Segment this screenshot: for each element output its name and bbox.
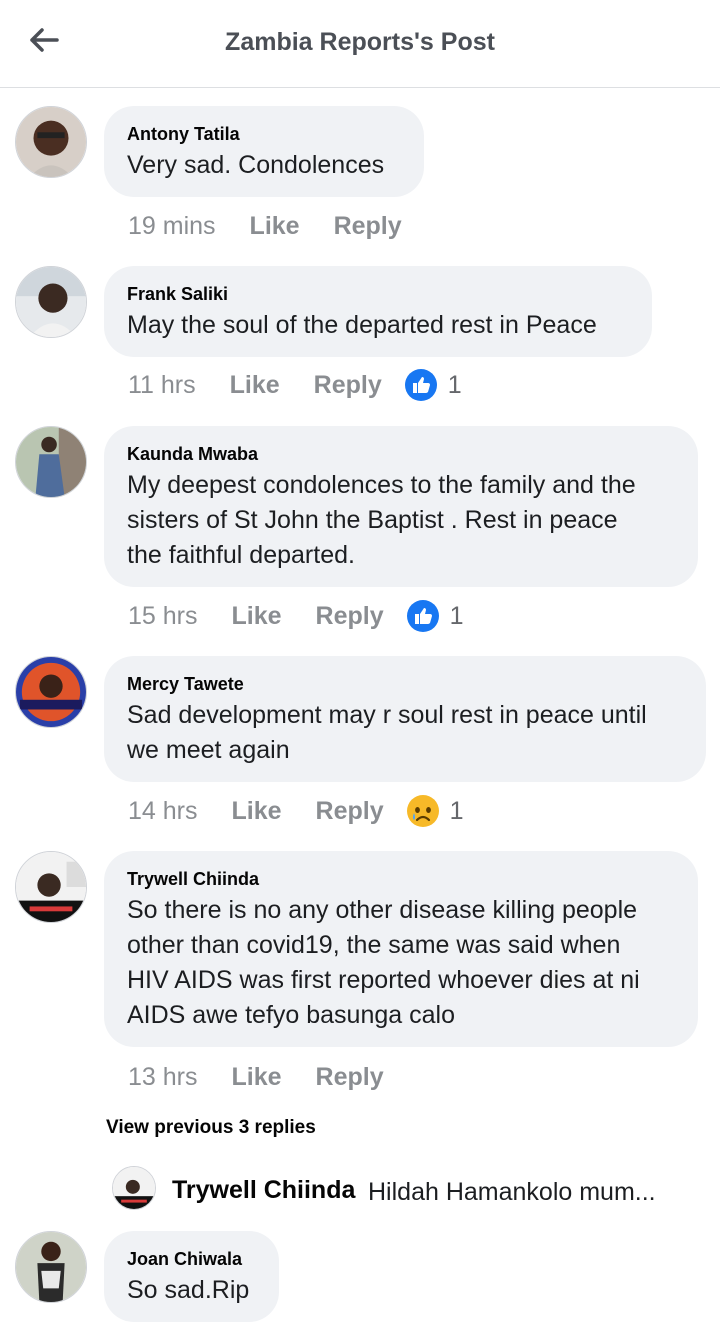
- comment-actions: 14 hrs Like Reply 1: [128, 791, 464, 831]
- reaction-summary[interactable]: 1: [406, 794, 464, 828]
- reaction-summary[interactable]: 1: [406, 599, 464, 633]
- reaction-count: 1: [447, 370, 462, 399]
- comment-time[interactable]: 13 hrs: [128, 1063, 197, 1092]
- reply-preview[interactable]: Trywell Chiinda Hildah Hamankolo mum...: [112, 1166, 712, 1212]
- comment-author[interactable]: Frank Saliki: [127, 282, 629, 306]
- comment-author[interactable]: Mercy Tawete: [127, 672, 683, 696]
- comment-bubble: Kaunda Mwaba My deepest condolences to t…: [104, 426, 698, 587]
- comment-actions: 15 hrs Like Reply 1: [128, 596, 464, 636]
- like-button[interactable]: Like: [230, 371, 280, 400]
- comment-actions: 13 hrs Like Reply: [128, 1057, 384, 1097]
- comment-time[interactable]: 15 hrs: [128, 602, 197, 631]
- comment-actions: 11 hrs Like Reply 1: [128, 365, 462, 405]
- comment-bubble: Frank Saliki May the soul of the departe…: [104, 266, 652, 357]
- comment-text: My deepest condolences to the family and…: [127, 471, 636, 569]
- avatar[interactable]: [15, 106, 87, 178]
- comment-text: So sad.Rip: [127, 1276, 250, 1304]
- avatar[interactable]: [15, 1231, 87, 1303]
- reaction-count: 1: [449, 601, 464, 630]
- reply-button[interactable]: Reply: [334, 212, 402, 241]
- comment-time[interactable]: 11 hrs: [128, 371, 196, 400]
- comment-bubble: Antony Tatila Very sad. Condolences: [104, 106, 424, 197]
- like-button[interactable]: Like: [250, 212, 300, 241]
- reaction-count: 1: [449, 796, 464, 825]
- thumbs-up-icon: [404, 369, 437, 401]
- avatar[interactable]: [15, 426, 87, 498]
- avatar[interactable]: [112, 1166, 156, 1210]
- comment-time[interactable]: 19 mins: [128, 212, 216, 241]
- comment-bubble: Joan Chiwala So sad.Rip: [104, 1231, 279, 1322]
- comment-text: Sad development may r soul rest in peace…: [127, 701, 647, 764]
- comment-text: May the soul of the departed rest in Pea…: [127, 311, 597, 339]
- comment-author[interactable]: Trywell Chiinda: [127, 867, 675, 891]
- reply-author[interactable]: Trywell Chiinda: [172, 1176, 355, 1205]
- avatar[interactable]: [15, 851, 87, 923]
- sad-face-icon: [406, 795, 439, 827]
- thumbs-up-icon: [406, 600, 439, 632]
- comment-author[interactable]: Antony Tatila: [127, 122, 401, 146]
- avatar[interactable]: [15, 656, 87, 728]
- comment-actions: 19 mins Like Reply: [128, 206, 402, 246]
- view-previous-replies-link[interactable]: View previous 3 replies: [106, 1117, 316, 1139]
- comment-text: Very sad. Condolences: [127, 151, 385, 179]
- reply-button[interactable]: Reply: [316, 797, 384, 826]
- comment-author[interactable]: Kaunda Mwaba: [127, 442, 675, 466]
- comment-time[interactable]: 14 hrs: [128, 797, 197, 826]
- like-button[interactable]: Like: [231, 797, 281, 826]
- like-button[interactable]: Like: [231, 602, 281, 631]
- reply-button[interactable]: Reply: [316, 602, 384, 631]
- like-button[interactable]: Like: [231, 1063, 281, 1092]
- top-bar: Zambia Reports's Post: [0, 0, 720, 88]
- comment-bubble: Trywell Chiinda So there is no any other…: [104, 851, 698, 1047]
- page-title: Zambia Reports's Post: [225, 28, 495, 56]
- reaction-summary[interactable]: 1: [404, 368, 462, 402]
- reply-button[interactable]: Reply: [316, 1063, 384, 1092]
- comment-author[interactable]: Joan Chiwala: [127, 1247, 256, 1271]
- reply-button[interactable]: Reply: [314, 371, 382, 400]
- comment-text: So there is no any other disease killing…: [127, 896, 640, 1029]
- reply-text: Hildah Hamankolo mum...: [368, 1178, 656, 1206]
- comment-bubble: Mercy Tawete Sad development may r soul …: [104, 656, 706, 782]
- avatar[interactable]: [15, 266, 87, 338]
